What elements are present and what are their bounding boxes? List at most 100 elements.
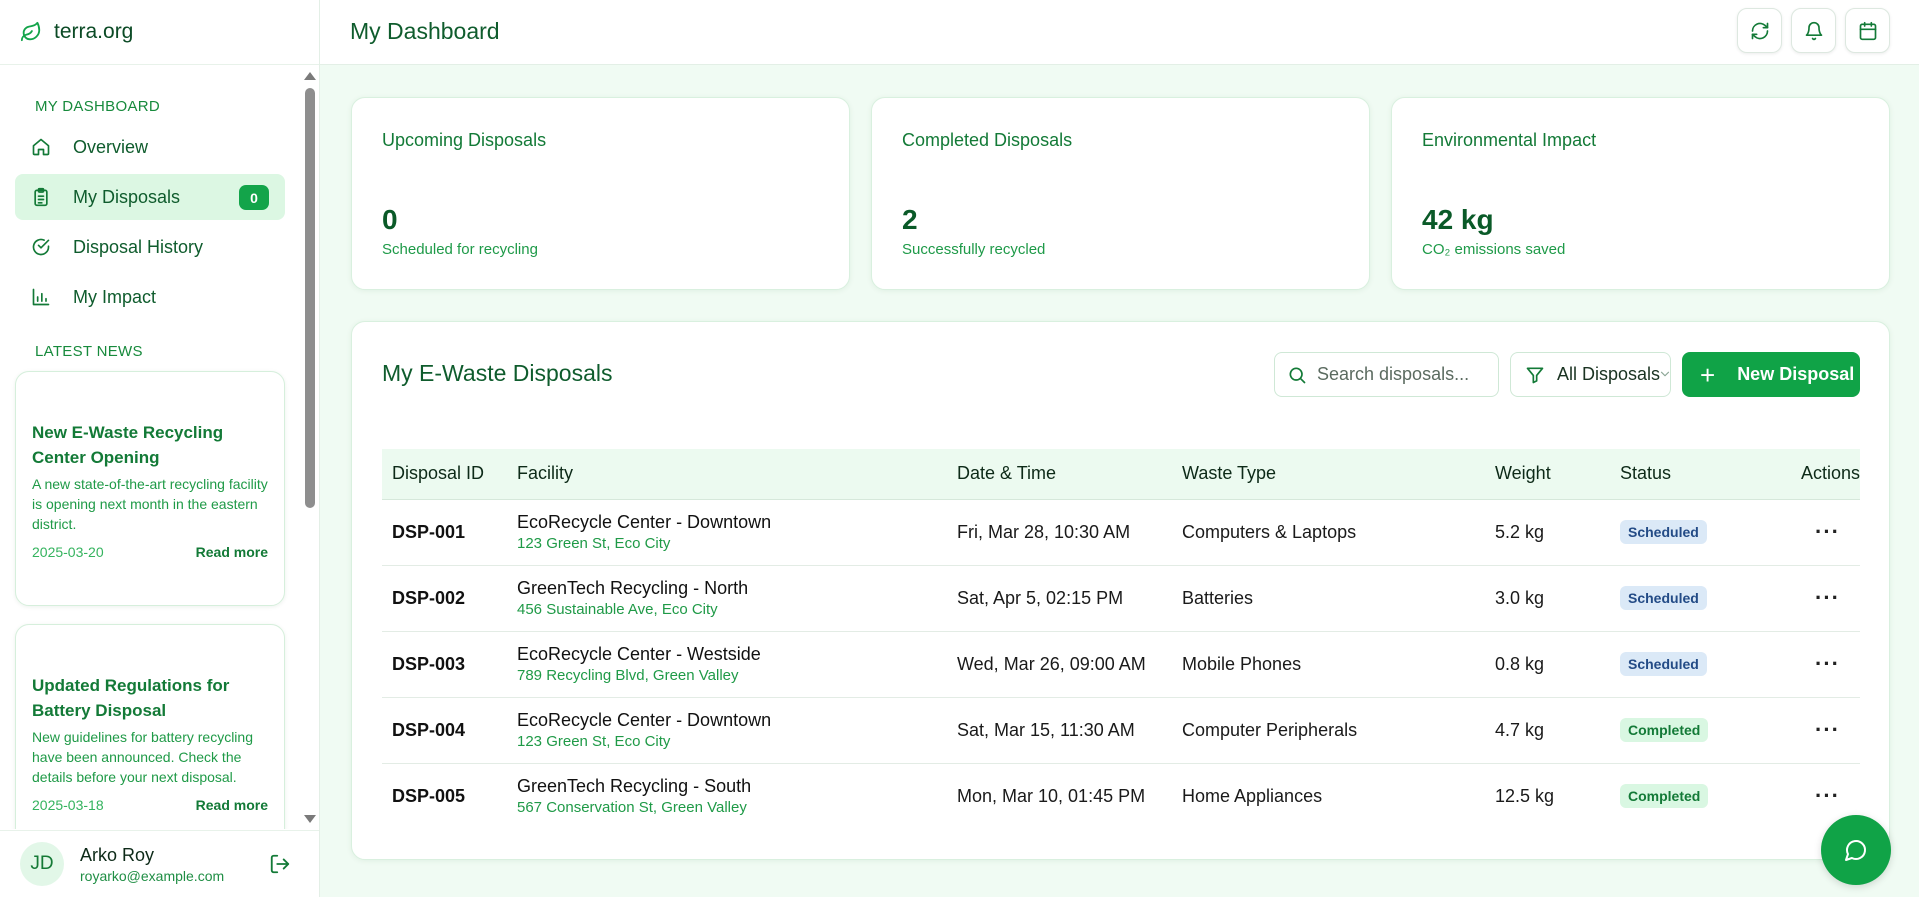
count-badge: 0 — [239, 185, 269, 210]
actions-cell: ··· — [1780, 499, 1860, 565]
more-options-icon[interactable]: ··· — [1815, 717, 1840, 742]
sidebar-scrollbar[interactable] — [302, 66, 316, 829]
avatar[interactable]: JD — [20, 842, 64, 886]
leaf-icon — [20, 21, 41, 42]
status-cell: Completed — [1610, 697, 1780, 763]
facility-cell: EcoRecycle Center - Downtown 123 Green St… — [507, 697, 947, 763]
news-meta: 2025-03-18 Read more — [32, 797, 268, 813]
facility-address: 789 Recycling Blvd, Green Valley — [517, 667, 739, 684]
filter-icon — [1526, 367, 1544, 383]
stat-title: Upcoming Disposals — [382, 130, 547, 150]
chat-bubble-icon — [1845, 840, 1866, 861]
waste-type: Home Appliances — [1182, 785, 1323, 806]
user-info: Arko Roy royarko@example.com — [80, 845, 224, 884]
scroll-up-arrow-icon[interactable] — [304, 72, 316, 80]
disposal-id: DSP-003 — [392, 653, 466, 674]
stat-card-impact: Environmental Impact 42 kg CO₂ emissions… — [1391, 97, 1890, 290]
more-options-icon[interactable]: ··· — [1815, 783, 1840, 808]
sidebar-item-overview[interactable]: Overview — [15, 124, 285, 170]
stat-subtitle: CO₂ emissions saved — [1422, 241, 1566, 258]
chevron-down-icon — [1660, 371, 1670, 377]
status-badge: Scheduled — [1620, 586, 1707, 610]
user-email: royarko@example.com — [80, 867, 225, 884]
column-header[interactable]: Weight — [1485, 449, 1610, 500]
table-row[interactable]: DSP-005 GreenTech Recycling - South 567 C… — [382, 763, 1860, 829]
date-time: Wed, Mar 26, 09:00 AM — [957, 653, 1146, 674]
read-more-link[interactable]: Read more — [196, 797, 268, 813]
check-circle-icon — [32, 238, 50, 256]
column-header[interactable]: Status — [1610, 449, 1780, 500]
sidebar-item-label: My Disposals — [73, 186, 181, 207]
table-row[interactable]: DSP-002 GreenTech Recycling - North 456 S… — [382, 565, 1860, 631]
stat-value: 2 — [902, 204, 918, 235]
facility-name: GreenTech Recycling - South — [517, 776, 752, 797]
disposal-id: DSP-002 — [392, 587, 466, 608]
disposals-panel: My E-Waste Disposals All Disposals + New… — [351, 321, 1890, 860]
sidebar-item-label: Disposal History — [73, 236, 204, 257]
facility-name: EcoRecycle Center - Westside — [517, 644, 761, 664]
stat-subtitle: Scheduled for recycling — [382, 241, 538, 258]
stat-title: Completed Disposals — [902, 130, 1073, 150]
table-row[interactable]: DSP-003 EcoRecycle Center - Westside 789 … — [382, 631, 1860, 697]
column-header[interactable]: Disposal ID — [382, 449, 507, 500]
stat-value: 42 kg — [1422, 204, 1494, 235]
weight: 0.8 kg — [1495, 653, 1545, 674]
status-badge: Scheduled — [1620, 652, 1707, 676]
news-date: 2025-03-18 — [32, 797, 104, 813]
read-more-link[interactable]: Read more — [196, 544, 268, 560]
waste-type: Computer Peripherals — [1182, 719, 1358, 740]
date-time: Mon, Mar 10, 01:45 PM — [957, 785, 1146, 806]
column-header[interactable]: Facility — [507, 449, 947, 500]
news-date: 2025-03-20 — [32, 544, 104, 560]
search-input[interactable] — [1317, 364, 1487, 385]
stat-title: Environmental Impact — [1422, 130, 1597, 150]
more-options-icon[interactable]: ··· — [1815, 519, 1840, 544]
bar-chart-icon — [32, 288, 50, 306]
sidebar-item-label: My Impact — [73, 286, 157, 307]
news-title: New E-Waste Recycling Center Opening — [32, 423, 224, 467]
brand-name: terra.org — [54, 20, 134, 43]
facility-name: GreenTech Recycling - North — [517, 578, 749, 598]
status-badge: Completed — [1620, 784, 1709, 809]
plus-icon: + — [1700, 359, 1716, 390]
stat-card-upcoming: Upcoming Disposals 0 Scheduled for recyc… — [351, 97, 850, 290]
column-header[interactable]: Waste Type — [1172, 449, 1485, 500]
new-disposal-button[interactable]: + New Disposal — [1682, 352, 1860, 397]
status-cell: Scheduled — [1610, 499, 1780, 565]
facility-address: 123 Green St, Eco City — [517, 535, 671, 552]
waste-type: Batteries — [1182, 587, 1254, 608]
date-time: Sat, Mar 15, 11:30 AM — [957, 719, 1135, 740]
new-disposal-label: New Disposal — [1737, 364, 1855, 384]
refresh-button[interactable] — [1737, 8, 1782, 53]
calendar-button[interactable] — [1845, 8, 1890, 53]
search-icon — [1289, 367, 1306, 383]
news-meta: 2025-03-20 Read more — [32, 544, 268, 560]
home-icon — [32, 138, 50, 156]
more-options-icon[interactable]: ··· — [1815, 585, 1840, 610]
stat-card-completed: Completed Disposals 2 Successfully recyc… — [871, 97, 1370, 290]
search-field[interactable] — [1274, 352, 1499, 397]
notifications-button[interactable] — [1791, 8, 1836, 53]
chat-button[interactable] — [1821, 815, 1891, 885]
waste-type: Computers & Laptops — [1182, 521, 1357, 542]
user-name: Arko Roy — [80, 844, 155, 865]
sidebar: terra.org MY DASHBOARD Overview My Dispo… — [0, 0, 320, 897]
scroll-down-arrow-icon[interactable] — [304, 815, 316, 823]
page-title: My Dashboard — [350, 18, 500, 44]
scrollbar-thumb[interactable] — [305, 88, 315, 508]
sidebar-item-my-disposals[interactable]: My Disposals 0 — [15, 174, 285, 220]
brand[interactable]: terra.org — [0, 0, 319, 65]
more-options-icon[interactable]: ··· — [1815, 651, 1840, 676]
status-filter-select[interactable]: All Disposals — [1510, 352, 1671, 397]
table-row[interactable]: DSP-004 EcoRecycle Center - Downtown 123 … — [382, 697, 1860, 763]
sidebar-item-disposal-history[interactable]: Disposal History — [15, 224, 285, 270]
table-row[interactable]: DSP-001 EcoRecycle Center - Downtown 123 … — [382, 499, 1860, 565]
sidebar-item-my-impact[interactable]: My Impact — [15, 274, 285, 320]
bell-icon — [1805, 21, 1822, 40]
clipboard-icon — [34, 187, 48, 207]
date-time: Fri, Mar 28, 10:30 AM — [957, 521, 1131, 542]
facility-cell: GreenTech Recycling - South 567 Conservat… — [507, 763, 947, 829]
logout-icon[interactable] — [269, 853, 291, 875]
news-body: New guidelines for battery recycling hav… — [32, 729, 253, 785]
column-header[interactable]: Date & Time — [947, 449, 1172, 500]
